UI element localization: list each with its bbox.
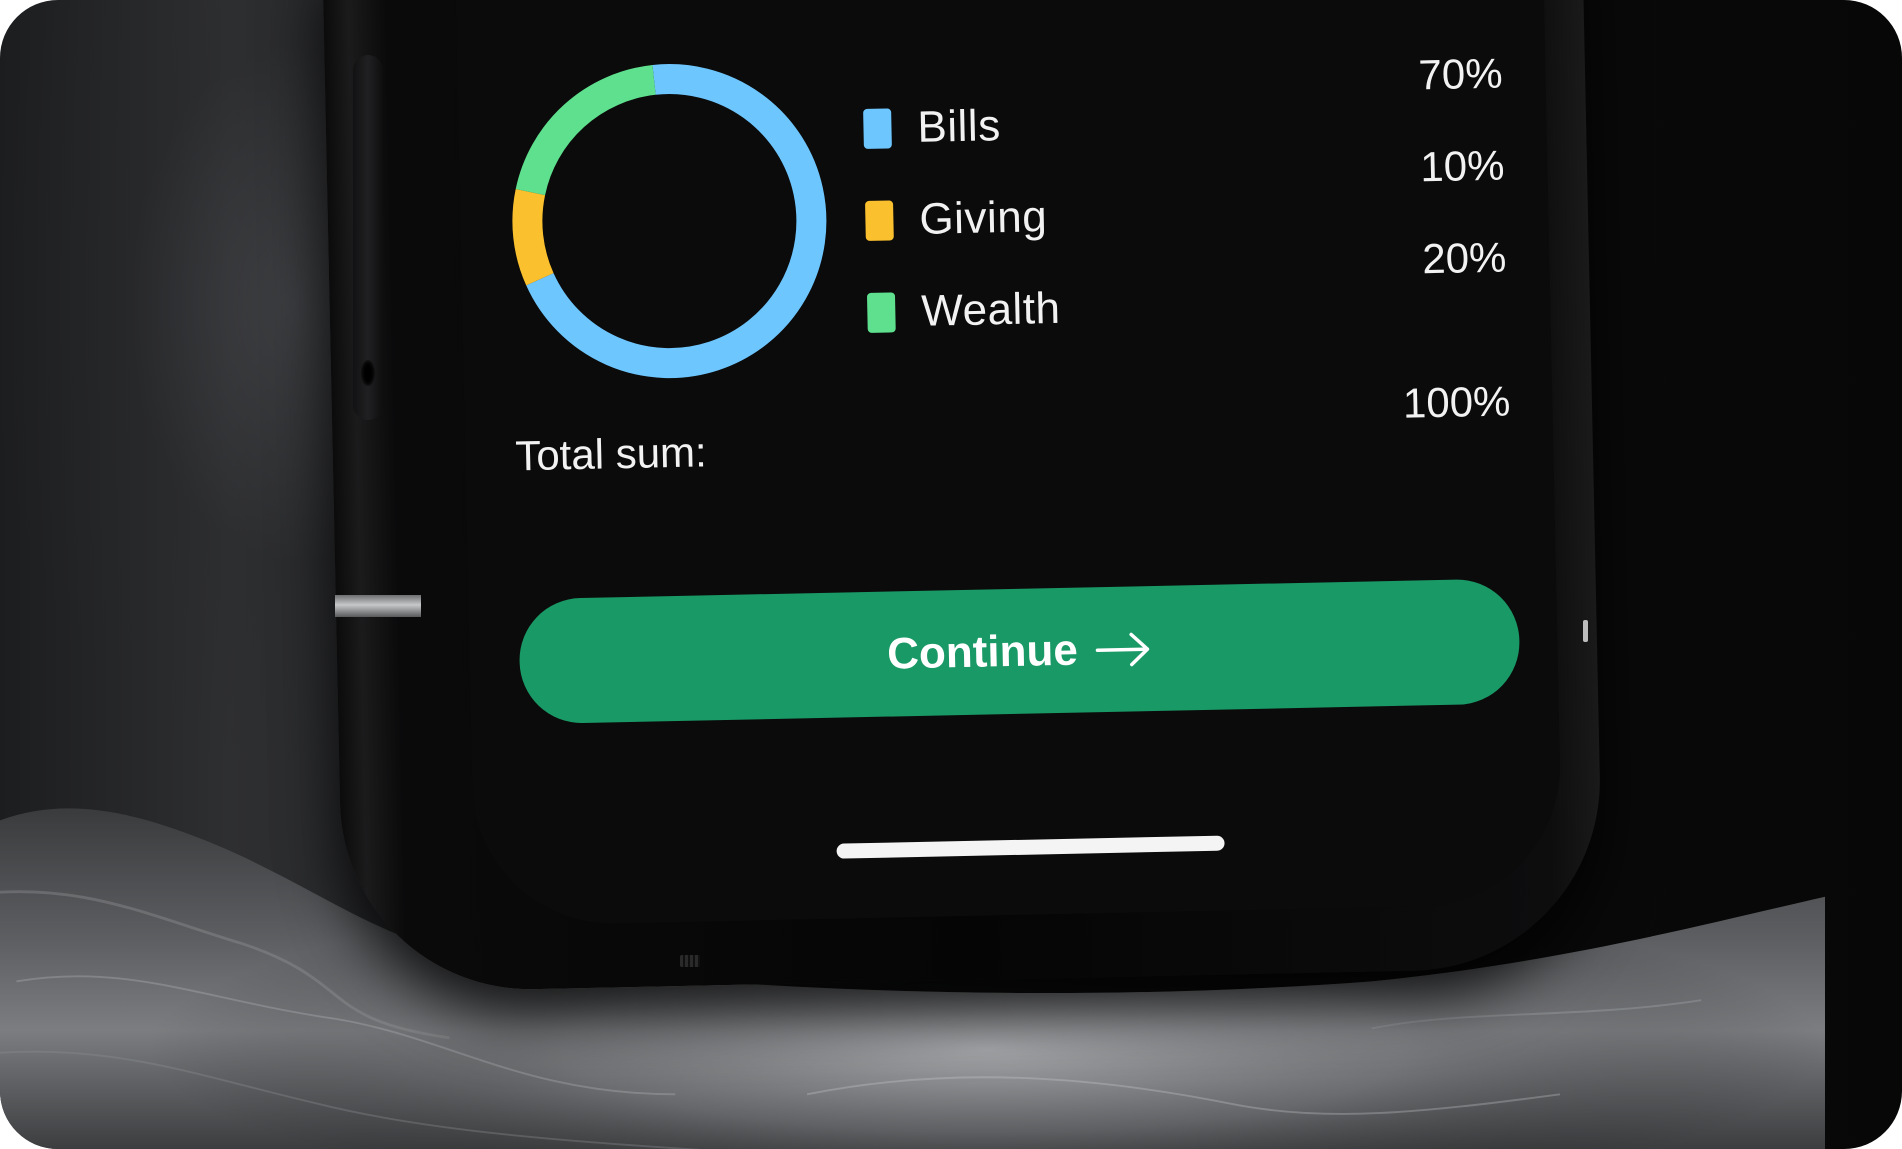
allocation-donut-chart (512, 64, 827, 378)
side-metal-band (335, 595, 421, 617)
legend-label-bills: Bills (916, 101, 1002, 152)
total-sum-value: 100% (1402, 377, 1511, 427)
legend-value-wealth: 20% (1421, 233, 1507, 283)
donut-segment-wealth (515, 64, 657, 196)
device-mockup-frame: Bills 70% Giving 10% Wealth 20% Total su… (0, 0, 1902, 1149)
phone-screen: Bills 70% Giving 10% Wealth 20% Total su… (455, 0, 1563, 927)
bottom-speaker-grille (680, 955, 700, 967)
legend-item-bills: Bills 70% (863, 50, 1505, 175)
budget-summary-view: Bills 70% Giving 10% Wealth 20% Total su… (455, 0, 1563, 926)
side-hole (361, 360, 375, 386)
legend-swatch-giving (865, 200, 894, 241)
home-indicator[interactable] (836, 835, 1225, 859)
total-sum-label: Total sum: (514, 428, 708, 480)
continue-button-label: Continue (886, 625, 1079, 679)
legend-item-giving: Giving 10% (864, 142, 1506, 267)
allocation-legend: Bills 70% Giving 10% Wealth 20% (863, 50, 1509, 359)
continue-button[interactable]: Continue (518, 578, 1521, 725)
phone-rim-highlight (1583, 620, 1588, 642)
donut-segment-giving (512, 188, 554, 286)
legend-label-giving: Giving (918, 192, 1048, 244)
legend-label-wealth: Wealth (920, 283, 1061, 336)
legend-value-bills: 70% (1417, 49, 1503, 99)
legend-swatch-wealth (866, 292, 896, 333)
arrow-right-icon (1095, 631, 1152, 668)
legend-value-giving: 10% (1419, 141, 1505, 191)
donut-segments (512, 64, 827, 378)
legend-swatch-bills (863, 108, 892, 149)
legend-item-wealth: Wealth 20% (866, 234, 1508, 359)
